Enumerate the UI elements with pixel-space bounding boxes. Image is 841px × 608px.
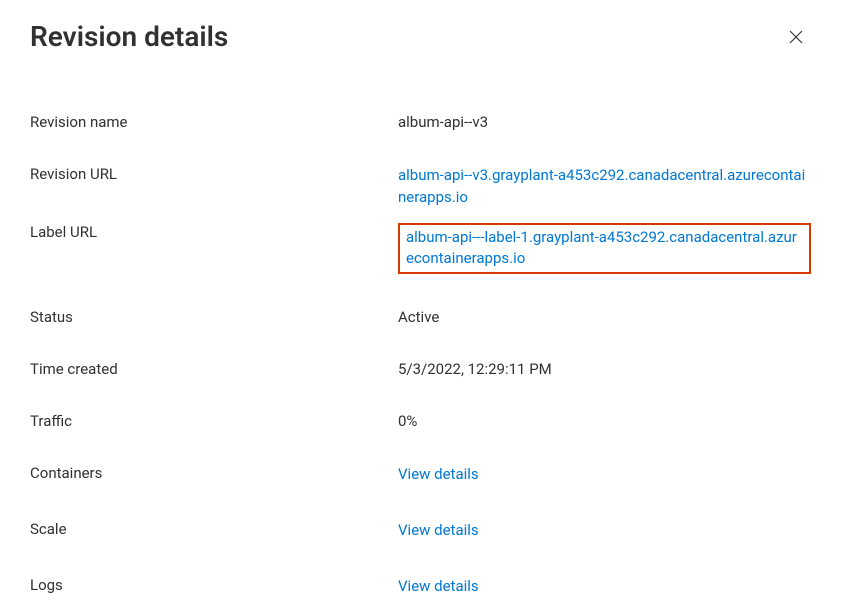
- label-scale: Scale: [30, 520, 398, 538]
- label-time-created: Time created: [30, 360, 398, 378]
- link-revision-url[interactable]: album-api--v3.grayplant-a453c292.canadac…: [398, 166, 805, 206]
- row-label-url: Label URL album-api---label-1.grayplant-…: [30, 223, 811, 275]
- value-time-created: 5/3/2022, 12:29:11 PM: [398, 360, 552, 378]
- label-containers: Containers: [30, 464, 398, 482]
- row-traffic: Traffic 0%: [30, 412, 811, 430]
- row-revision-url: Revision URL album-api--v3.grayplant-a45…: [30, 165, 811, 209]
- label-logs: Logs: [30, 576, 398, 594]
- panel-header: Revision details: [30, 20, 811, 53]
- label-revision-name: Revision name: [30, 113, 398, 131]
- label-revision-url: Revision URL: [30, 165, 398, 183]
- page-title: Revision details: [30, 20, 228, 53]
- close-button[interactable]: [781, 22, 811, 52]
- highlighted-label-url: album-api---label-1.grayplant-a453c292.c…: [398, 223, 811, 275]
- link-scale-view-details[interactable]: View details: [398, 520, 479, 542]
- value-status: Active: [398, 308, 439, 326]
- link-logs-view-details[interactable]: View details: [398, 576, 479, 598]
- row-scale: Scale View details: [30, 520, 811, 542]
- label-traffic: Traffic: [30, 412, 398, 430]
- row-time-created: Time created 5/3/2022, 12:29:11 PM: [30, 360, 811, 378]
- row-revision-name: Revision name album-api--v3: [30, 113, 811, 131]
- label-label-url: Label URL: [30, 223, 398, 241]
- value-revision-name: album-api--v3: [398, 113, 488, 131]
- link-label-url[interactable]: album-api---label-1.grayplant-a453c292.c…: [406, 228, 797, 268]
- row-containers: Containers View details: [30, 464, 811, 486]
- row-logs: Logs View details: [30, 576, 811, 598]
- row-status: Status Active: [30, 308, 811, 326]
- value-traffic: 0%: [398, 412, 417, 430]
- label-status: Status: [30, 308, 398, 326]
- close-icon: [787, 28, 805, 46]
- link-containers-view-details[interactable]: View details: [398, 464, 479, 486]
